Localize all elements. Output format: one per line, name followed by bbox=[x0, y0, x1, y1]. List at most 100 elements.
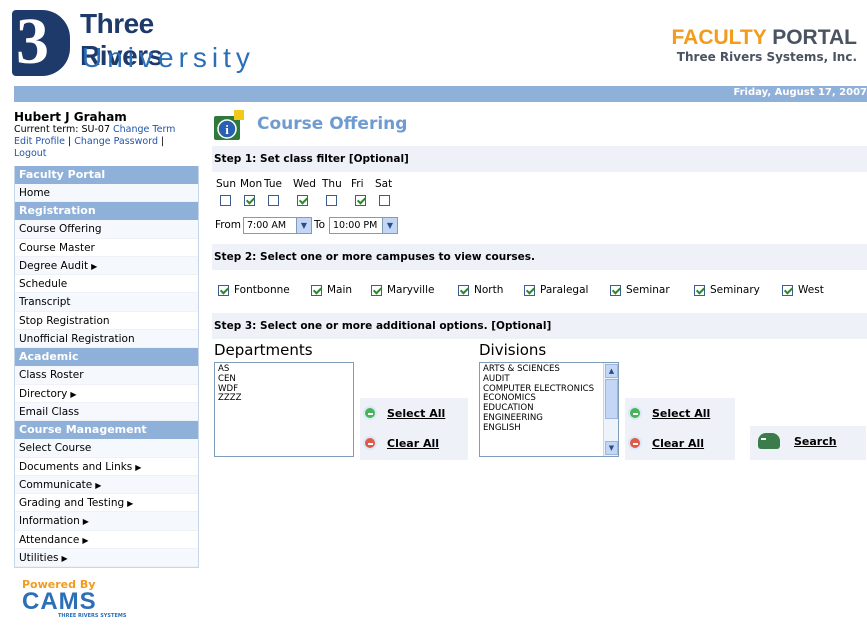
campus-option[interactable]: Maryville bbox=[371, 284, 434, 296]
day-label: Sun bbox=[216, 178, 236, 190]
campus-option[interactable]: Seminar bbox=[610, 284, 670, 296]
to-time-select[interactable]: 10:00 PM ▼ bbox=[329, 217, 398, 234]
sidebar-item[interactable]: Course Master bbox=[15, 239, 198, 257]
from-time-value: 7:00 AM bbox=[247, 220, 287, 231]
sidebar-item-label: Transcript bbox=[19, 296, 71, 309]
sidebar-item[interactable]: Home bbox=[15, 184, 198, 203]
sidebar-item-label: Email Class bbox=[19, 405, 80, 418]
sidebar-item-label: Communicate bbox=[19, 478, 93, 491]
sidebar-item[interactable]: Course Offering bbox=[15, 220, 198, 239]
campus-label: Fontbonne bbox=[234, 284, 290, 296]
scrollbar[interactable]: ▲ ▼ bbox=[603, 363, 618, 456]
edit-profile-link[interactable]: Edit Profile bbox=[14, 136, 65, 147]
sidebar-item[interactable]: Degree Audit ▶ bbox=[15, 256, 198, 276]
sidebar-item-label: Grading and Testing bbox=[19, 497, 125, 510]
campus-label: Paralegal bbox=[540, 284, 589, 296]
sidebar-item-label: Course Master bbox=[19, 241, 95, 254]
list-option[interactable]: AS bbox=[218, 364, 350, 375]
sidebar-item-label: Documents and Links bbox=[19, 460, 133, 473]
campus-checkbox[interactable] bbox=[610, 284, 621, 296]
sidebar-item[interactable]: Directory ▶ bbox=[15, 385, 198, 403]
list-option[interactable]: ENGLISH bbox=[483, 423, 615, 434]
campus-checkbox[interactable] bbox=[524, 284, 535, 296]
to-time-value: 10:00 PM bbox=[333, 220, 378, 231]
sidebar-item[interactable]: Documents and Links ▶ bbox=[15, 458, 198, 476]
departments-clear-all-button[interactable]: Clear All bbox=[363, 436, 439, 451]
change-password-link[interactable]: Change Password bbox=[74, 136, 158, 147]
campus-option[interactable]: Main bbox=[311, 284, 352, 296]
day-checkbox[interactable] bbox=[244, 195, 255, 206]
sidebar-item-label: Class Roster bbox=[19, 369, 84, 382]
day-checkbox[interactable] bbox=[220, 195, 231, 206]
campus-label: Main bbox=[327, 284, 353, 296]
sidebar-item[interactable]: Unofficial Registration bbox=[15, 330, 198, 349]
departments-listbox[interactable]: AS CEN WDF ZZZZ bbox=[214, 362, 354, 457]
nav-section-header: Academic bbox=[15, 348, 198, 367]
day-label: Thu bbox=[322, 178, 342, 190]
campus-label: Maryville bbox=[387, 284, 435, 296]
day-checkbox[interactable] bbox=[297, 195, 308, 206]
list-option[interactable]: ZZZZ bbox=[218, 394, 350, 404]
departments-select-all-button[interactable]: Select All bbox=[363, 406, 445, 421]
campus-option[interactable]: Fontbonne bbox=[218, 284, 290, 296]
page-title: Course Offering bbox=[257, 114, 408, 134]
scroll-down-icon[interactable]: ▼ bbox=[605, 441, 618, 455]
campus-checkbox[interactable] bbox=[694, 284, 705, 296]
campus-option[interactable]: Paralegal bbox=[524, 284, 588, 296]
select-all-label: Select All bbox=[652, 407, 711, 420]
step2-header: Step 2: Select one or more campuses to v… bbox=[212, 244, 867, 270]
campus-checkbox[interactable] bbox=[311, 284, 322, 296]
submenu-arrow-icon: ▶ bbox=[127, 499, 134, 509]
sidebar-item[interactable]: Communicate ▶ bbox=[15, 475, 198, 495]
divisions-listbox[interactable]: ▲ ▼ ARTS & SCIENCES AUDIT COMPUTER ELECTRO… bbox=[479, 362, 619, 457]
chevron-down-icon: ▼ bbox=[382, 218, 397, 233]
clear-icon bbox=[363, 436, 377, 450]
day-label: Mon bbox=[240, 178, 263, 190]
day-label: Tue bbox=[264, 178, 282, 190]
sidebar-item[interactable]: Stop Registration bbox=[15, 312, 198, 331]
sidebar-item-label: Unofficial Registration bbox=[19, 333, 135, 346]
sidebar-item[interactable]: Grading and Testing ▶ bbox=[15, 494, 198, 513]
submenu-arrow-icon: ▶ bbox=[135, 462, 142, 472]
header: 3 Three Rivers University FACULTY PORTAL… bbox=[0, 0, 867, 84]
campus-checkbox[interactable] bbox=[458, 284, 469, 296]
university-logo[interactable]: 3 Three Rivers University bbox=[12, 5, 250, 78]
sidebar-item-label: Stop Registration bbox=[19, 314, 110, 327]
sidebar-item[interactable]: Class Roster bbox=[15, 366, 198, 385]
logout-link[interactable]: Logout bbox=[14, 148, 47, 159]
clear-icon bbox=[628, 436, 642, 450]
user-info: Hubert J Graham Current term: SU-07 Chan… bbox=[14, 110, 204, 160]
campus-option[interactable]: West bbox=[782, 284, 824, 296]
campus-label: Seminary bbox=[710, 284, 760, 296]
day-checkbox[interactable] bbox=[326, 195, 337, 206]
add-icon bbox=[628, 406, 642, 420]
sidebar-item[interactable]: Utilities ▶ bbox=[15, 549, 198, 568]
campus-option[interactable]: North bbox=[458, 284, 503, 296]
sidebar-item[interactable]: Email Class bbox=[15, 402, 198, 422]
day-checkbox[interactable] bbox=[379, 195, 390, 206]
to-label: To bbox=[314, 219, 326, 231]
cams-logo-sub: THREE RIVERS SYSTEMS bbox=[58, 613, 127, 619]
sidebar-item-label: Select Course bbox=[19, 442, 92, 455]
change-term-link[interactable]: Change Term bbox=[113, 124, 175, 135]
sidebar-item[interactable]: Schedule bbox=[15, 275, 198, 294]
from-time-select[interactable]: 7:00 AM ▼ bbox=[243, 217, 312, 234]
campus-checkbox[interactable] bbox=[782, 284, 793, 296]
divisions-clear-all-button[interactable]: Clear All bbox=[628, 436, 704, 451]
day-checkbox[interactable] bbox=[355, 195, 366, 206]
sidebar-item-label: Home bbox=[19, 187, 51, 199]
divisions-select-all-button[interactable]: Select All bbox=[628, 406, 711, 421]
sidebar-item[interactable]: Information ▶ bbox=[15, 512, 198, 531]
day-checkbox[interactable] bbox=[268, 195, 279, 206]
campus-checkbox[interactable] bbox=[218, 284, 229, 296]
campus-option[interactable]: Seminary bbox=[694, 284, 760, 296]
sidebar-item[interactable]: Transcript bbox=[15, 293, 198, 312]
search-button[interactable]: Search bbox=[758, 433, 837, 450]
scroll-up-icon[interactable]: ▲ bbox=[605, 364, 618, 378]
sidebar-item[interactable]: Select Course bbox=[15, 439, 198, 458]
campus-checkbox[interactable] bbox=[371, 284, 382, 296]
submenu-arrow-icon: ▶ bbox=[95, 480, 102, 490]
scroll-thumb[interactable] bbox=[605, 379, 618, 419]
sidebar-item[interactable]: Attendance ▶ bbox=[15, 531, 198, 550]
sidebar-item-label: Degree Audit bbox=[19, 259, 89, 272]
